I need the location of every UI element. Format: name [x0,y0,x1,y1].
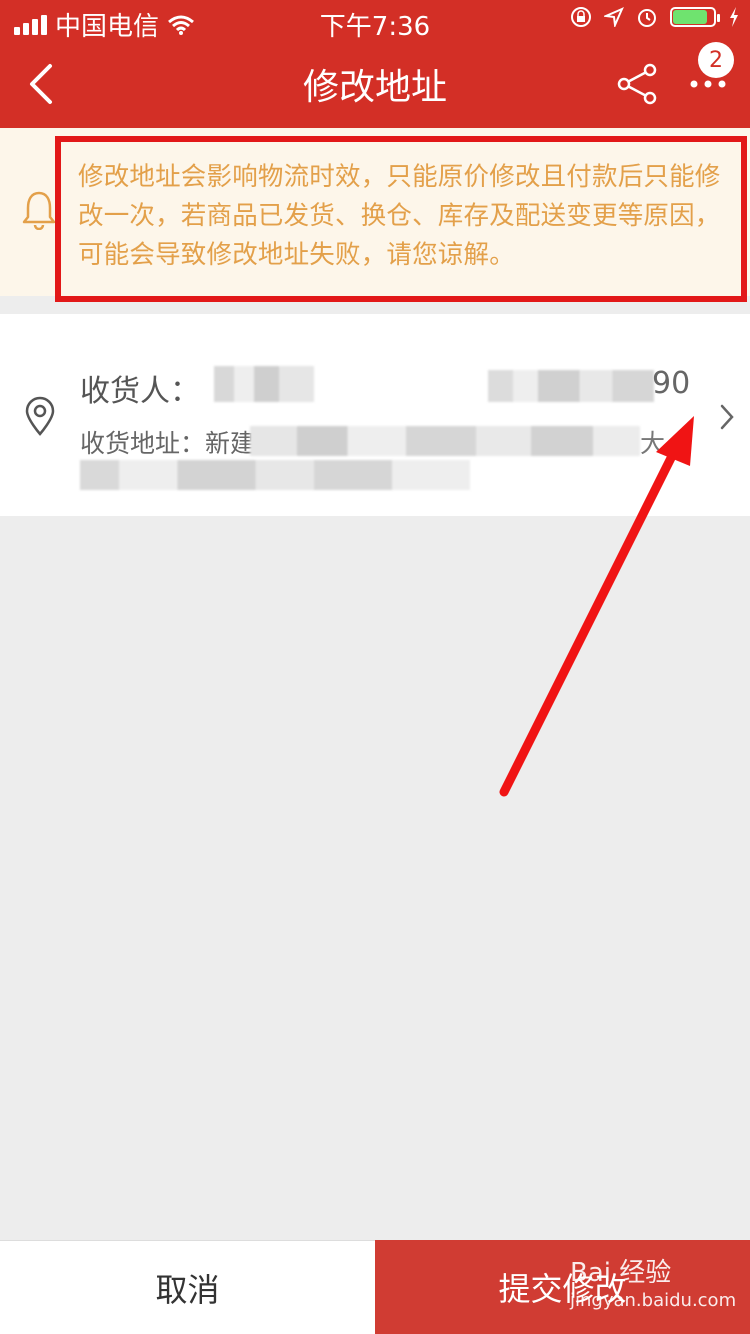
status-icons [570,6,740,28]
address-label: 收货地址：新建 [80,429,256,458]
battery-icon [670,7,720,27]
share-icon[interactable] [616,62,660,106]
address-redacted-line1 [250,426,640,456]
submit-button[interactable]: 提交修改 [375,1240,750,1334]
alarm-icon [638,9,656,27]
receiver-phone: 90 [488,366,690,406]
header: 中国电信 下午7:36 修改地址 2 [0,0,750,128]
phone-tail: 90 [652,366,691,401]
cancel-button[interactable]: 取消 [0,1240,375,1334]
notification-badge: 2 [698,42,734,78]
navigation-bar: 修改地址 2 [0,40,750,128]
address-redacted-line2 [80,460,470,490]
annotation-highlight-box [55,136,747,302]
watermark-url: jingyan.baidu.com [570,1290,737,1311]
rotation-lock-icon [571,7,591,27]
chevron-right-icon[interactable] [716,402,738,432]
status-bar: 中国电信 下午7:36 [0,0,750,42]
receiver-name-redacted [214,366,314,402]
address-tail: 大 [640,429,666,458]
watermark-brand: Bai 经验 [570,1258,672,1288]
address-card[interactable]: 收货人： 90 收货地址：新建 大 [0,314,750,516]
location-arrow-icon [604,7,624,27]
location-pin-icon [25,396,55,436]
charging-icon [730,7,738,27]
receiver-label: 收货人： [80,374,200,409]
watermark: Bai 经验 jingyan.baidu.com [570,1252,736,1311]
bell-icon [22,191,56,230]
phone-redacted [488,370,654,402]
